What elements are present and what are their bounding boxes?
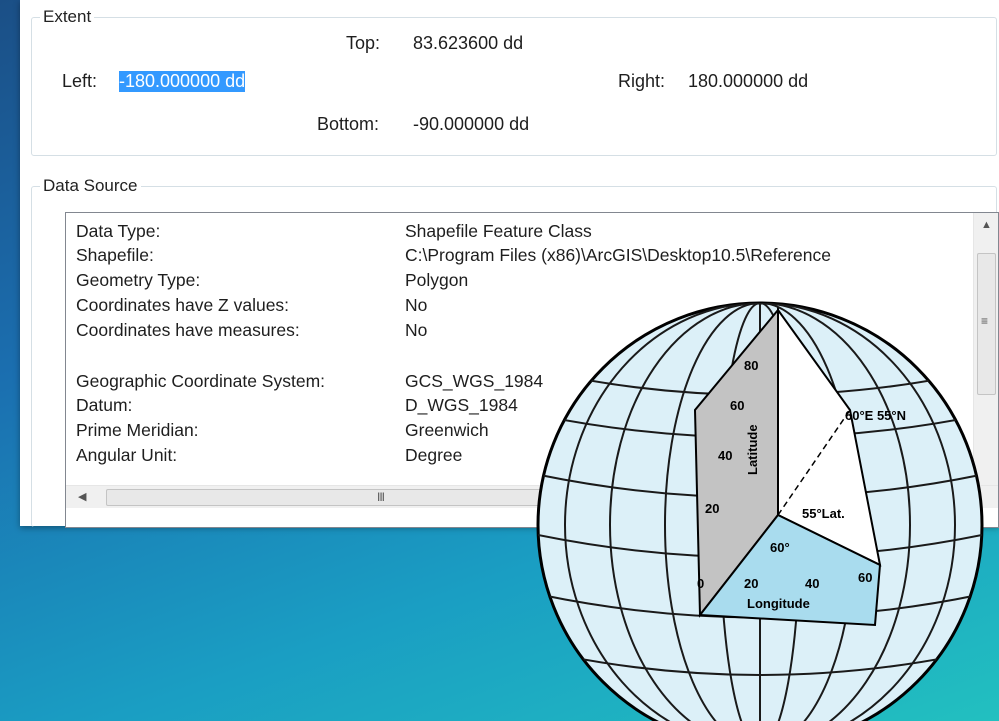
lon-tick-40: 40 bbox=[805, 576, 819, 591]
lat-tick-40: 40 bbox=[718, 448, 732, 463]
row-value-datum: D_WGS_1984 bbox=[405, 395, 518, 415]
extent-bottom-label: Bottom: bbox=[317, 114, 380, 134]
grip-lines-h-icon: III bbox=[377, 490, 385, 504]
point-coordinate-label: 60°E 55°N bbox=[845, 408, 906, 423]
row-label-measures: Coordinates have measures: bbox=[76, 320, 300, 340]
row-value-shapefile: C:\Program Files (x86)\ArcGIS\Desktop10.… bbox=[405, 245, 831, 265]
row-label-geometry-type: Geometry Type: bbox=[76, 270, 201, 290]
extent-right-value[interactable]: 180.000000 dd bbox=[688, 71, 808, 92]
row-label-gcs: Geographic Coordinate System: bbox=[76, 371, 326, 391]
longitude-angle-label: 60° bbox=[770, 540, 790, 555]
extent-bottom-value[interactable]: -90.000000 dd bbox=[413, 114, 529, 135]
row-value-geometry-type: Polygon bbox=[405, 270, 469, 290]
lat-tick-80: 80 bbox=[744, 358, 758, 373]
extent-left-value[interactable]: -180.000000 dd bbox=[119, 71, 246, 92]
extent-group-title: Extent bbox=[40, 7, 95, 27]
scroll-up-icon[interactable]: ▲ bbox=[981, 219, 992, 231]
row-value-z-values: No bbox=[405, 295, 428, 315]
latitude-axis-label: Latitude bbox=[745, 424, 760, 475]
row-label-z-values: Coordinates have Z values: bbox=[76, 295, 290, 315]
scroll-left-icon[interactable]: ◀ bbox=[78, 490, 86, 503]
extent-left-label: Left: bbox=[62, 71, 98, 91]
globe-illustration: 80 60 40 20 Latitude 60°E 55°N 55°Lat. 6… bbox=[536, 301, 984, 721]
latitude-angle-label: 55°Lat. bbox=[802, 506, 845, 521]
row-label-data-type: Data Type: bbox=[76, 221, 161, 241]
lat-tick-20: 20 bbox=[705, 501, 719, 516]
extent-right-label: Right: bbox=[618, 71, 666, 91]
row-label-datum: Datum: bbox=[76, 395, 133, 415]
data-source-group-title: Data Source bbox=[40, 176, 141, 196]
row-label-shapefile: Shapefile: bbox=[76, 245, 154, 265]
longitude-axis-label: Longitude bbox=[747, 596, 810, 611]
row-label-angular-unit: Angular Unit: bbox=[76, 445, 178, 465]
row-value-measures: No bbox=[405, 320, 428, 340]
extent-top-value[interactable]: 83.623600 dd bbox=[413, 33, 523, 54]
row-label-prime-meridian: Prime Meridian: bbox=[76, 420, 199, 440]
lon-tick-0: 0 bbox=[697, 576, 704, 591]
row-value-angular-unit: Degree bbox=[405, 445, 463, 465]
lat-tick-60: 60 bbox=[730, 398, 744, 413]
lon-tick-60: 60 bbox=[858, 570, 872, 585]
row-value-data-type: Shapefile Feature Class bbox=[405, 221, 592, 241]
row-value-prime-meridian: Greenwich bbox=[405, 420, 489, 440]
extent-top-label: Top: bbox=[346, 33, 381, 53]
lon-tick-20: 20 bbox=[744, 576, 758, 591]
